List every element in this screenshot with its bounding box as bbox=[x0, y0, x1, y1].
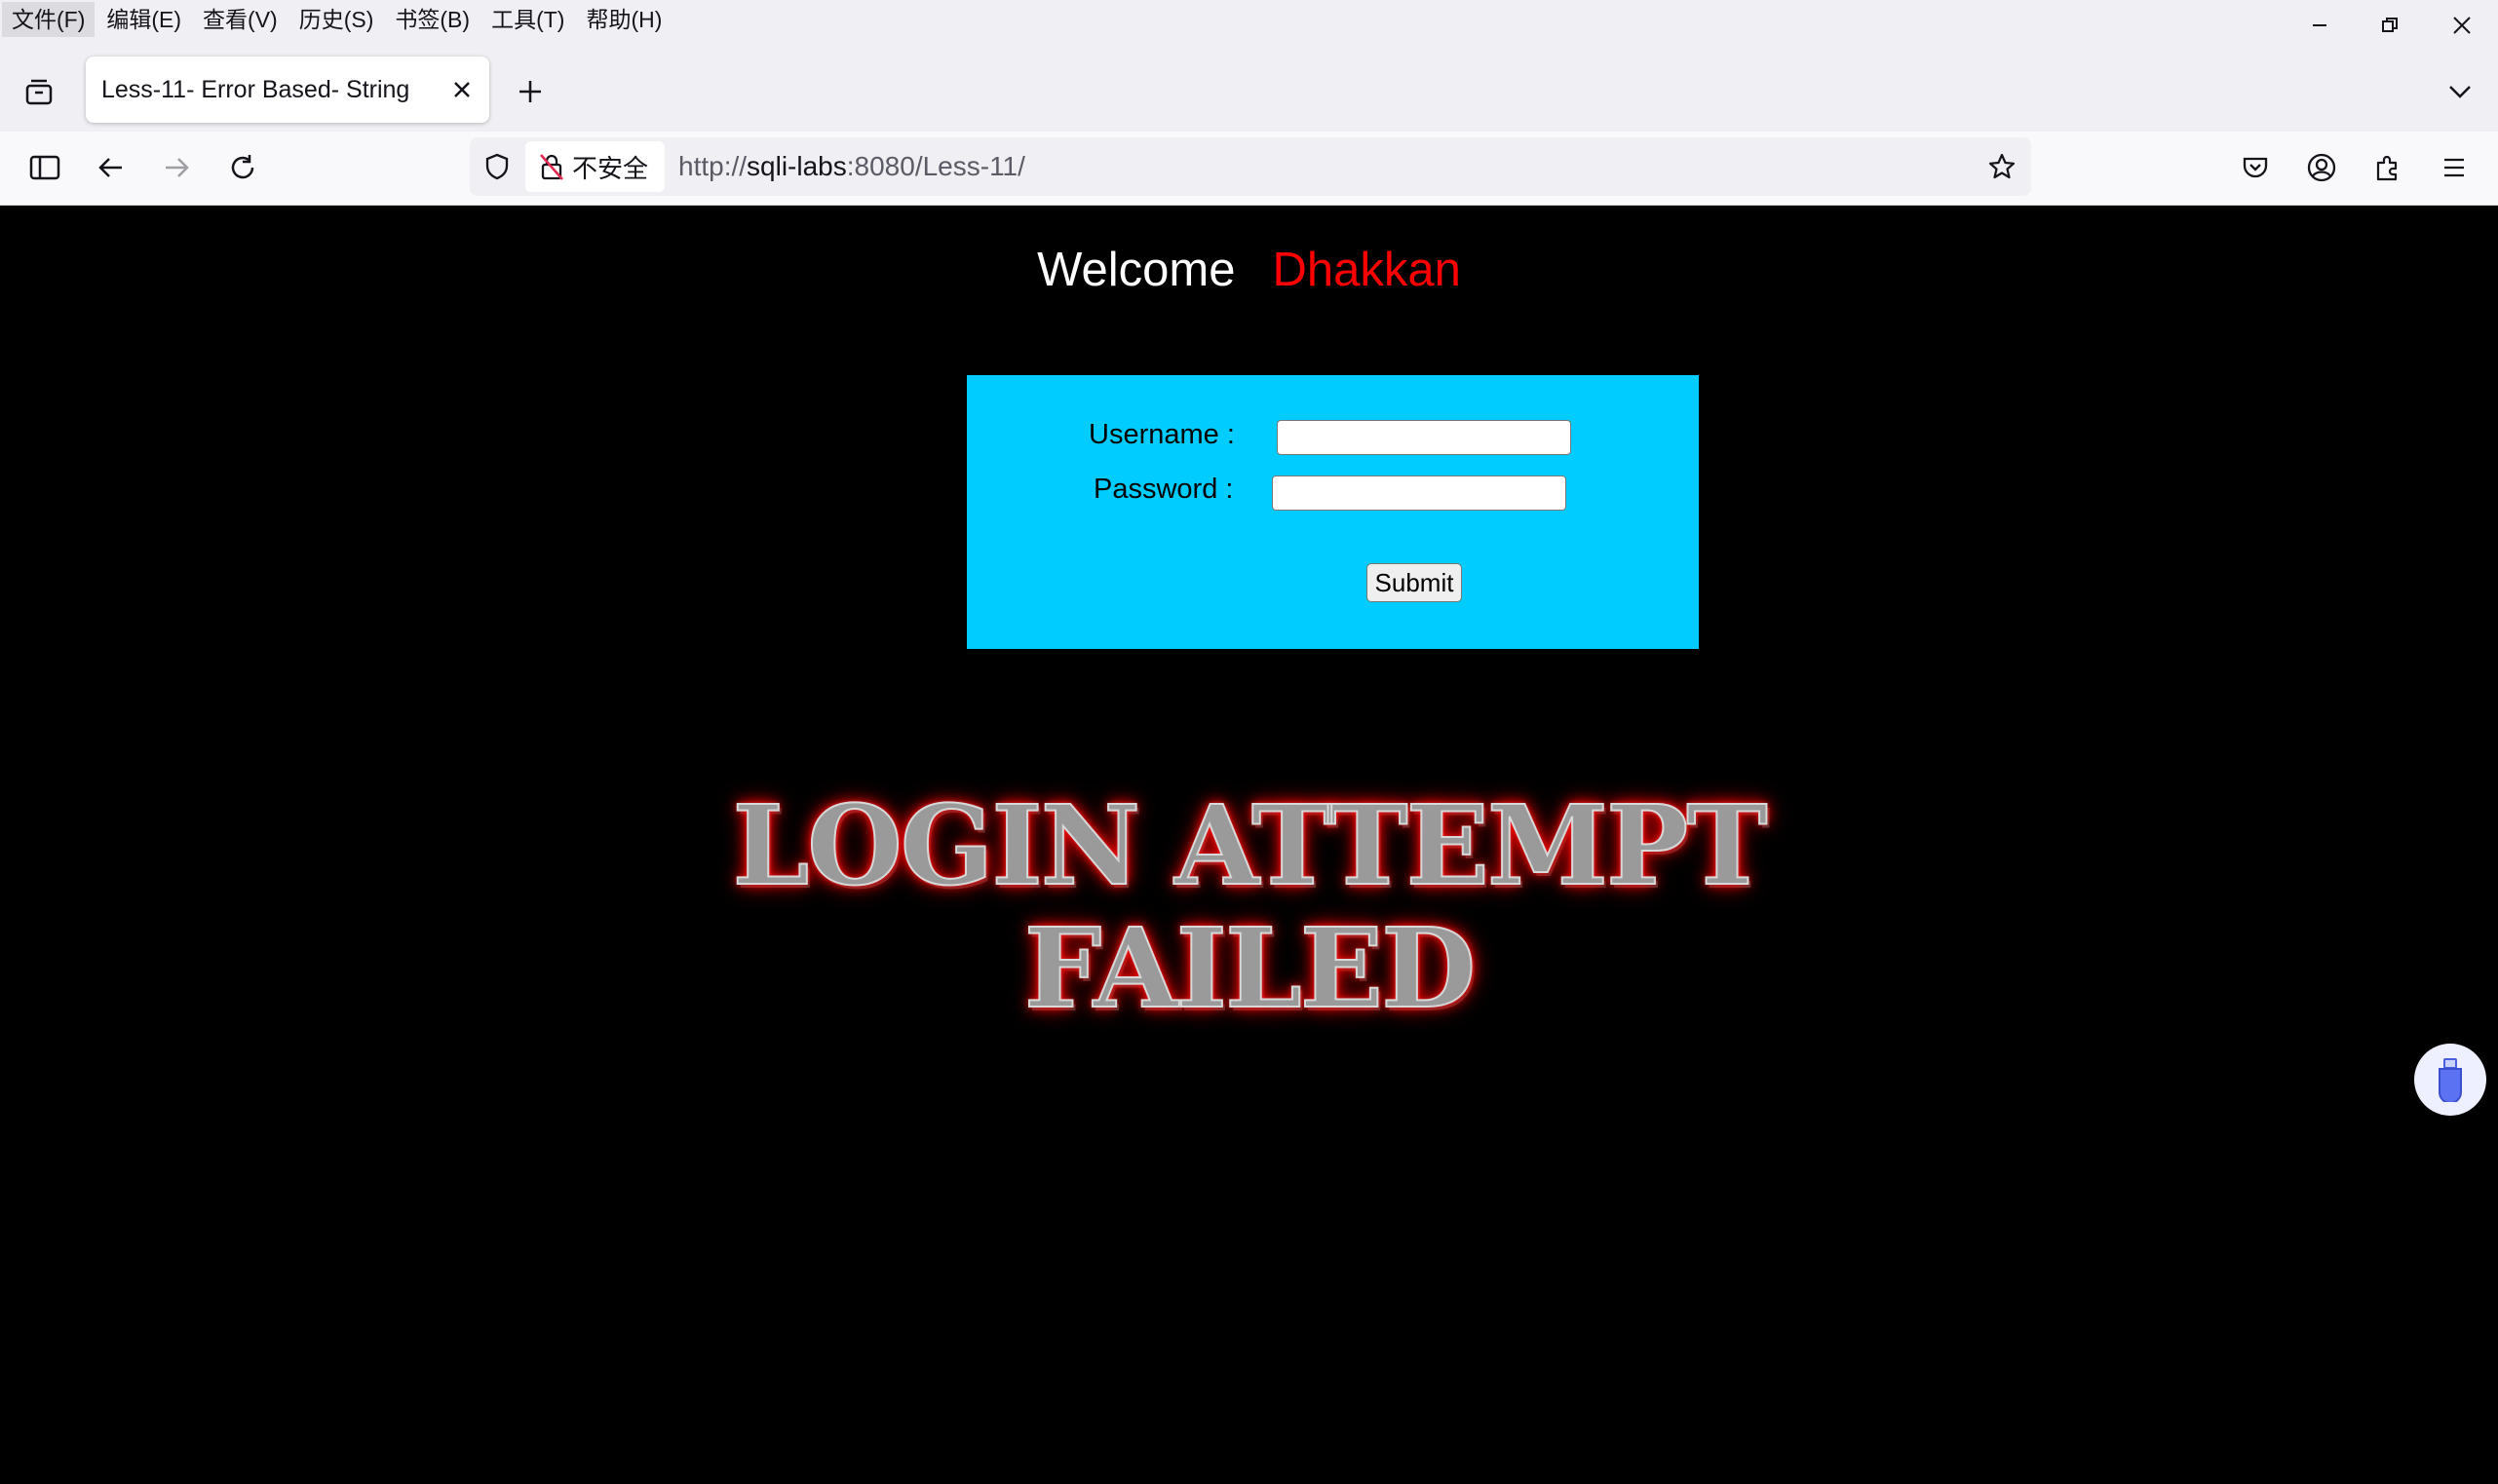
tab-close-button[interactable] bbox=[448, 76, 476, 103]
minimize-icon bbox=[2313, 24, 2326, 26]
submit-button[interactable]: Submit bbox=[1366, 563, 1462, 602]
menu-help[interactable]: 帮助(H) bbox=[576, 2, 672, 37]
restore-icon bbox=[2382, 18, 2398, 32]
insecure-label: 不安全 bbox=[572, 153, 649, 183]
username-label: Username : bbox=[1089, 419, 1235, 450]
arrow-right-icon bbox=[166, 158, 189, 177]
extensions-button[interactable] bbox=[2363, 142, 2413, 193]
star-icon bbox=[1988, 153, 2016, 179]
insecure-lock-icon bbox=[540, 154, 563, 180]
plus-icon bbox=[519, 81, 541, 102]
pocket-icon bbox=[2243, 157, 2268, 178]
password-input[interactable] bbox=[1272, 476, 1566, 511]
reload-icon bbox=[231, 155, 254, 179]
banner-line-2: FAILED bbox=[1023, 905, 1477, 1033]
menu-bookmarks[interactable]: 书签(B) bbox=[385, 2, 480, 37]
welcome-user-name: Dhakkan bbox=[1272, 244, 1461, 296]
floating-extension-button[interactable] bbox=[2414, 1044, 2486, 1116]
tab-title: Less-11- Error Based- String bbox=[101, 76, 410, 103]
login-failed-banner: LOGIN ATTEMPT FAILED bbox=[0, 782, 2498, 1033]
url-scheme: http:// bbox=[678, 151, 748, 181]
arrow-left-icon bbox=[98, 158, 122, 177]
puzzle-icon bbox=[2376, 155, 2398, 181]
menu-history[interactable]: 历史(S) bbox=[289, 2, 384, 37]
welcome-text: Welcome bbox=[1037, 244, 1236, 296]
sidebar-icon bbox=[29, 155, 60, 180]
usb-drive-icon bbox=[2439, 1058, 2462, 1102]
menu-view[interactable]: 查看(V) bbox=[193, 2, 288, 37]
chevron-down-icon bbox=[2449, 86, 2471, 98]
account-icon bbox=[2307, 153, 2336, 182]
page-viewport: Welcome Dhakkan Username : Password : Sub… bbox=[0, 206, 2498, 1484]
url-bar[interactable]: 不安全 http://sqli-labs:8080/Less-11/ bbox=[470, 137, 2031, 196]
tab-overview-icon bbox=[25, 79, 53, 105]
menu-file[interactable]: 文件(F) bbox=[2, 2, 96, 37]
menu-tools[interactable]: 工具(T) bbox=[481, 2, 574, 37]
pocket-button[interactable] bbox=[2230, 142, 2281, 193]
site-security-indicator[interactable]: 不安全 bbox=[525, 141, 665, 192]
password-label: Password : bbox=[1094, 474, 1234, 505]
sidebar-toggle-button[interactable] bbox=[19, 142, 70, 193]
tab-strip: Less-11- Error Based- String bbox=[0, 39, 2498, 132]
url-host: sqli-labs bbox=[747, 151, 847, 181]
tab-overview-button[interactable] bbox=[14, 66, 64, 117]
tracking-protection-button[interactable] bbox=[472, 141, 522, 192]
menu-edit[interactable]: 编辑(E) bbox=[96, 2, 191, 37]
url-path: :8080/Less-11/ bbox=[846, 151, 1025, 181]
menu-bar: 文件(F) 编辑(E) 查看(V) 历史(S) 书签(B) 工具(T) 帮助(H… bbox=[0, 0, 2498, 39]
reload-button[interactable] bbox=[217, 142, 268, 193]
username-input[interactable] bbox=[1277, 420, 1571, 455]
back-button[interactable] bbox=[86, 142, 136, 193]
bookmark-button[interactable] bbox=[1977, 141, 2027, 192]
close-icon bbox=[2453, 17, 2471, 34]
app-menu-button[interactable] bbox=[2429, 142, 2479, 193]
hamburger-menu-icon bbox=[2444, 158, 2464, 177]
url-text[interactable]: http://sqli-labs:8080/Less-11/ bbox=[678, 137, 1025, 196]
login-form: Username : Password : Submit bbox=[967, 375, 1699, 649]
account-button[interactable] bbox=[2296, 142, 2347, 193]
close-icon bbox=[454, 82, 470, 97]
forward-button[interactable] bbox=[151, 142, 202, 193]
tab-less-11[interactable]: Less-11- Error Based- String bbox=[86, 57, 489, 123]
navigation-bar: 不安全 http://sqli-labs:8080/Less-11/ bbox=[0, 132, 2498, 206]
welcome-heading: Welcome Dhakkan bbox=[0, 243, 2498, 297]
shield-icon bbox=[485, 153, 509, 180]
new-tab-button[interactable] bbox=[505, 66, 556, 117]
list-all-tabs-button[interactable] bbox=[2435, 66, 2485, 117]
banner-line-1: LOGIN ATTEMPT bbox=[731, 782, 1768, 910]
